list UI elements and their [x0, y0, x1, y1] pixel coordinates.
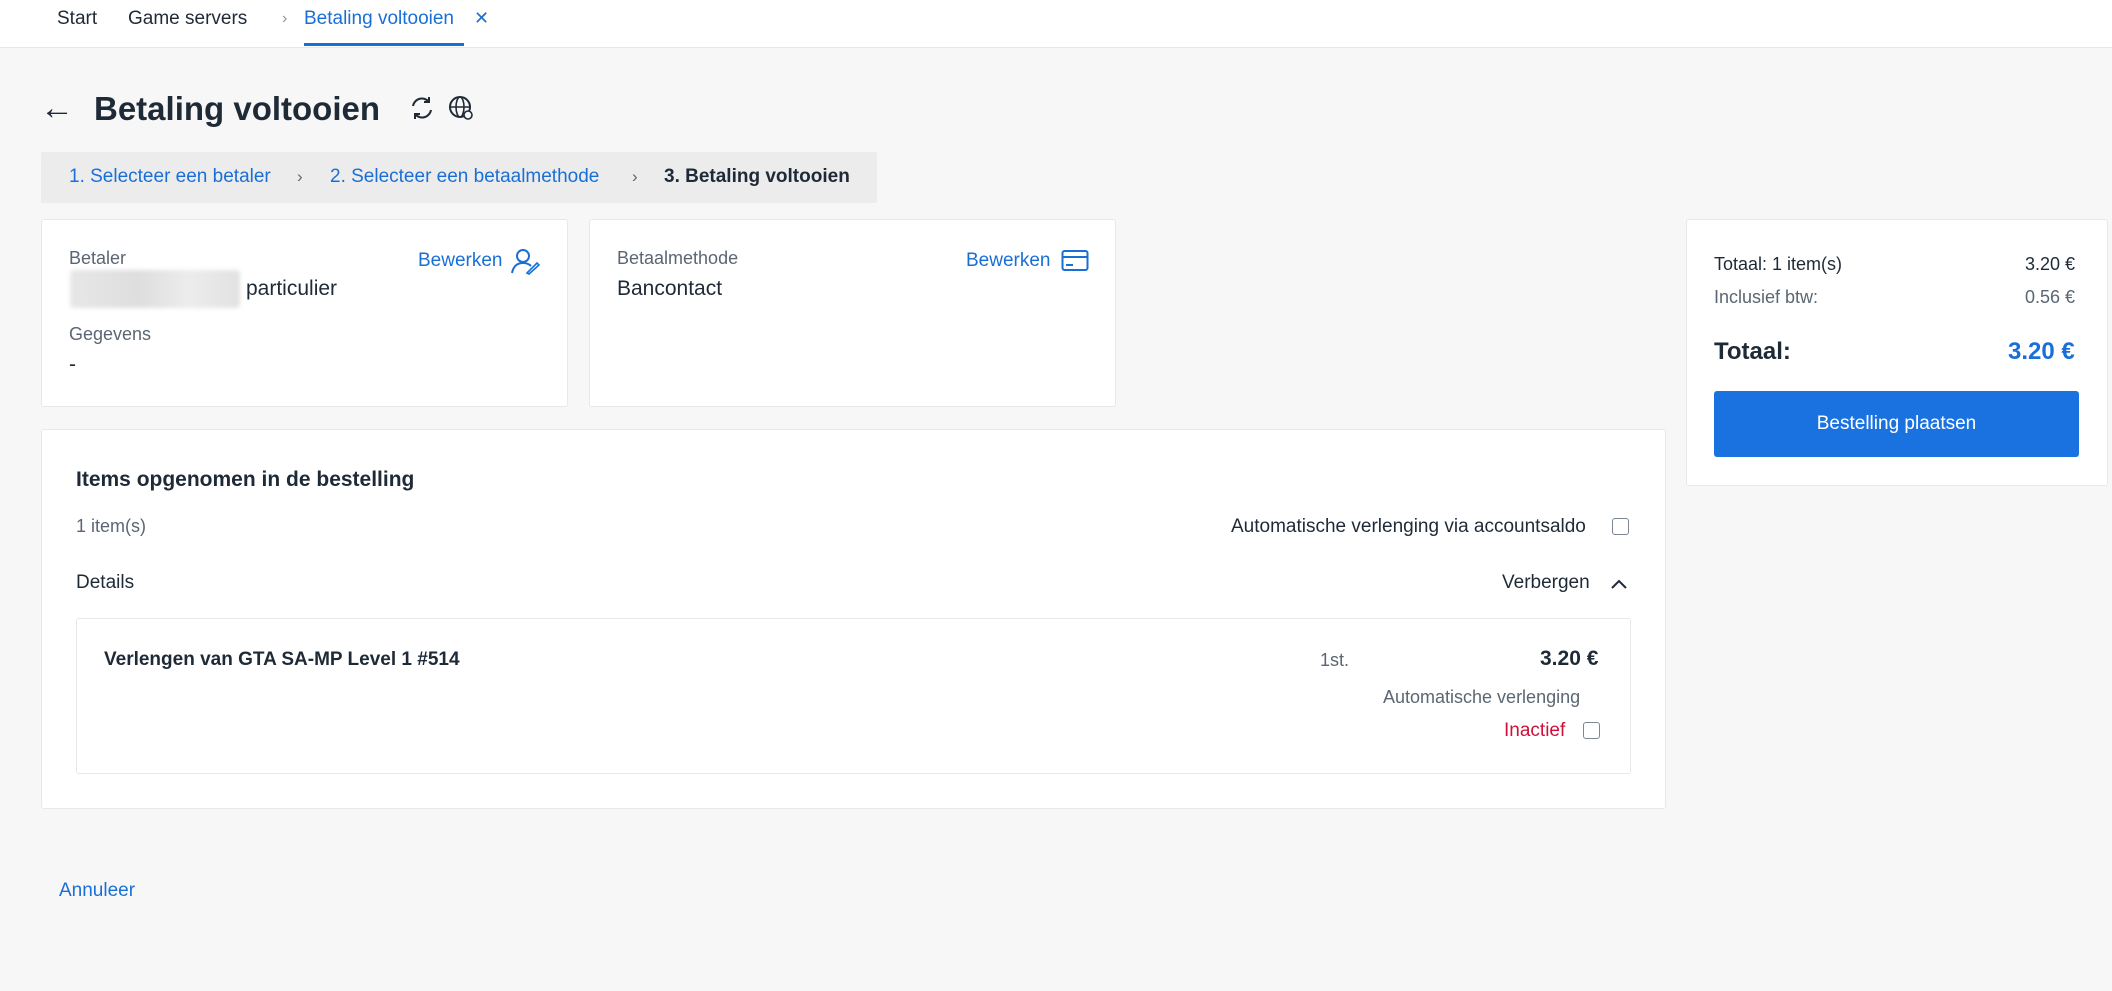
- step-select-payer[interactable]: 1. Selecteer een betaler: [69, 166, 271, 188]
- item-auto-renew-status: Inactief: [1504, 720, 1566, 741]
- chevron-right-icon: ›: [297, 167, 303, 186]
- tab-start[interactable]: Start: [57, 8, 97, 30]
- edit-payer-link[interactable]: Bewerken: [418, 250, 503, 272]
- items-count: 1 item(s): [76, 516, 147, 536]
- active-tab-indicator: [304, 43, 464, 46]
- item-price: 3.20 €: [1540, 647, 1599, 670]
- payer-type: particulier: [246, 277, 338, 300]
- payer-name-redacted: [70, 270, 240, 308]
- total-items-value: 3.20 €: [2025, 254, 2076, 274]
- vat-value: 0.56 €: [2025, 287, 2076, 307]
- method-label: Betaalmethode: [617, 248, 739, 268]
- auto-renew-account-label: Automatische verlenging via accountsaldo: [1231, 516, 1586, 537]
- details-label: Gegevens: [69, 324, 152, 344]
- page-title: Betaling voltooien: [94, 90, 381, 127]
- chevron-right-icon: ›: [282, 10, 288, 27]
- tab-betaling-voltooien[interactable]: Betaling voltooien: [304, 8, 454, 30]
- details-toggle-label: Details: [76, 572, 135, 593]
- place-order-button[interactable]: Bestelling plaatsen: [1714, 391, 2079, 457]
- item-auto-renew-checkbox[interactable]: [1583, 722, 1600, 739]
- edit-method-link[interactable]: Bewerken: [966, 250, 1051, 272]
- items-section-title: Items opgenomen in de bestelling: [76, 468, 415, 491]
- item-quantity: 1st.: [1320, 650, 1350, 670]
- step-complete-payment: 3. Betaling voltooien: [664, 166, 850, 187]
- back-arrow-icon[interactable]: ←: [40, 88, 74, 128]
- user-edit-icon[interactable]: [510, 247, 540, 275]
- grand-total-label: Totaal:: [1714, 338, 1791, 365]
- close-icon[interactable]: ✕: [474, 8, 489, 29]
- hide-details-button[interactable]: Verbergen: [1502, 572, 1590, 594]
- item-auto-renew-label: Automatische verlenging: [1383, 687, 1581, 707]
- tab-game-servers[interactable]: Game servers: [128, 8, 247, 30]
- payer-label: Betaler: [69, 248, 127, 268]
- step-select-method[interactable]: 2. Selecteer een betaalmethode: [330, 166, 599, 188]
- details-value: -: [69, 353, 76, 376]
- chevron-right-icon: ›: [632, 167, 638, 186]
- card-icon[interactable]: [1061, 249, 1089, 273]
- method-value: Bancontact: [617, 277, 723, 300]
- vat-label: Inclusief btw:: [1714, 287, 1819, 307]
- chevron-up-icon[interactable]: [1610, 577, 1628, 591]
- globe-icon[interactable]: [447, 94, 475, 122]
- grand-total-value: 3.20 €: [2008, 338, 2075, 365]
- cancel-link[interactable]: Annuleer: [59, 880, 135, 902]
- auto-renew-account-checkbox[interactable]: [1612, 518, 1629, 535]
- total-items-label: Totaal: 1 item(s): [1714, 254, 1843, 274]
- item-name: Verlengen van GTA SA-MP Level 1 #514: [104, 649, 460, 670]
- refresh-icon[interactable]: [408, 94, 436, 122]
